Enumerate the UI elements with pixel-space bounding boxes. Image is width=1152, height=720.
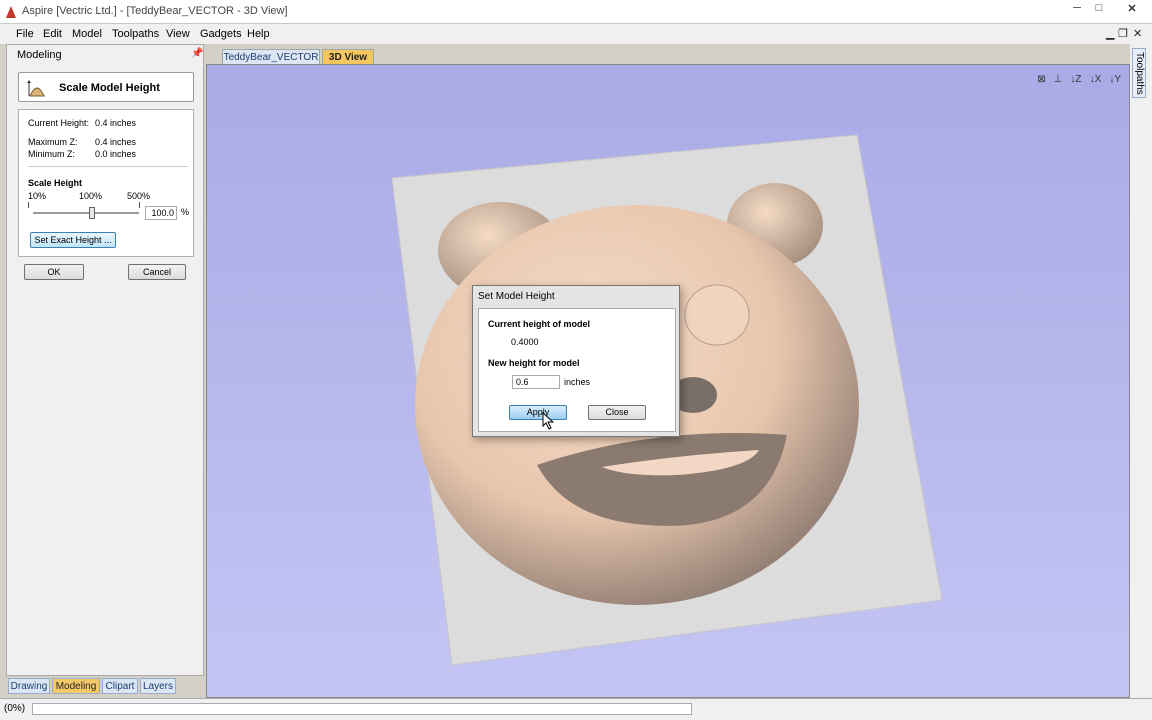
slider-end-right [139, 202, 140, 208]
status-text: (0%) [4, 703, 26, 714]
mdi-restore-button[interactable]: ❐ [1118, 27, 1128, 40]
current-height-readout: 0.4000 [511, 337, 539, 347]
window-title: Aspire [Vectric Ltd.] - [TeddyBear_VECTO… [22, 5, 288, 17]
set-exact-height-button[interactable]: Set Exact Height ... [30, 232, 116, 248]
min-z-value: 0.0 inches [95, 149, 137, 159]
mdi-minimize-button[interactable]: ▁ [1106, 27, 1114, 40]
scale-slider-track[interactable] [33, 212, 139, 214]
min-z-label: Minimum Z: [28, 149, 75, 159]
current-height-label: Current Height: [28, 118, 90, 128]
menu-bar: File Edit Model Toolpaths View Gadgets H… [0, 24, 1152, 44]
mouse-cursor-icon [542, 412, 554, 430]
divider [28, 166, 188, 167]
tool-title: Scale Model Height [59, 82, 160, 94]
tab-toolpaths[interactable]: Toolpaths [1132, 48, 1146, 98]
mdi-close-button[interactable]: ✕ [1133, 27, 1142, 40]
right-panel-strip: Toolpaths [1130, 44, 1152, 698]
menu-edit[interactable]: Edit [43, 28, 62, 40]
max-z-value: 0.4 inches [95, 137, 137, 147]
scale-height-icon [27, 80, 45, 97]
progress-bar [32, 703, 692, 715]
close-window-button[interactable]: ✕ [1118, 2, 1146, 18]
max-z-label: Maximum Z: [28, 137, 78, 147]
model-info-box: Current Height: 0.4 inches Maximum Z: 0.… [18, 109, 194, 257]
dialog-body: Current height of model 0.4000 New heigh… [478, 308, 676, 432]
status-bar: (0%) [0, 698, 1152, 720]
scale-slider-thumb[interactable] [89, 207, 95, 219]
menu-file[interactable]: File [16, 28, 34, 40]
window-titlebar: Aspire [Vectric Ltd.] - [TeddyBear_VECTO… [0, 0, 1152, 24]
tab-teddybear-vector[interactable]: TeddyBear_VECTOR [222, 49, 320, 65]
set-model-height-dialog: Set Model Height Current height of model… [472, 285, 680, 437]
tick-max: 500% [127, 191, 151, 201]
pin-icon[interactable]: 📌 [191, 48, 203, 59]
panel-title: Modeling [17, 49, 62, 61]
maximize-button[interactable]: □ [1088, 2, 1110, 18]
percent-sign: % [181, 207, 190, 217]
tab-3d-view[interactable]: 3D View [322, 49, 374, 65]
modeling-panel: Modeling 📌 Scale Model Height Current He… [6, 44, 204, 676]
tab-clipart[interactable]: Clipart [102, 678, 138, 694]
new-height-heading: New height for model [488, 358, 580, 368]
new-height-input[interactable]: 0.6 [512, 375, 560, 389]
menu-model[interactable]: Model [72, 28, 102, 40]
current-height-heading: Current height of model [488, 319, 590, 329]
tool-header: Scale Model Height [18, 72, 194, 102]
current-height-value: 0.4 inches [95, 118, 137, 128]
menu-toolpaths[interactable]: Toolpaths [112, 28, 159, 40]
new-height-unit: inches [564, 377, 591, 387]
scale-height-title: Scale Height [28, 178, 83, 188]
tick-mid: 100% [79, 191, 103, 201]
tab-drawing[interactable]: Drawing [8, 678, 50, 694]
menu-help[interactable]: Help [247, 28, 270, 40]
tick-min: 10% [28, 191, 47, 201]
menu-view[interactable]: View [166, 28, 190, 40]
menu-gadgets[interactable]: Gadgets [200, 28, 242, 40]
percent-input[interactable]: 100.0 [145, 206, 177, 220]
tab-modeling[interactable]: Modeling [52, 678, 100, 694]
apply-button[interactable]: Apply [509, 405, 567, 420]
minimize-button[interactable]: ─ [1066, 2, 1088, 18]
dialog-title: Set Model Height [478, 291, 555, 302]
slider-end-left [28, 202, 29, 208]
cancel-button[interactable]: Cancel [128, 264, 186, 280]
ok-button[interactable]: OK [24, 264, 84, 280]
aspire-app-icon [6, 6, 16, 18]
tab-layers[interactable]: Layers [140, 678, 176, 694]
close-button[interactable]: Close [588, 405, 646, 420]
